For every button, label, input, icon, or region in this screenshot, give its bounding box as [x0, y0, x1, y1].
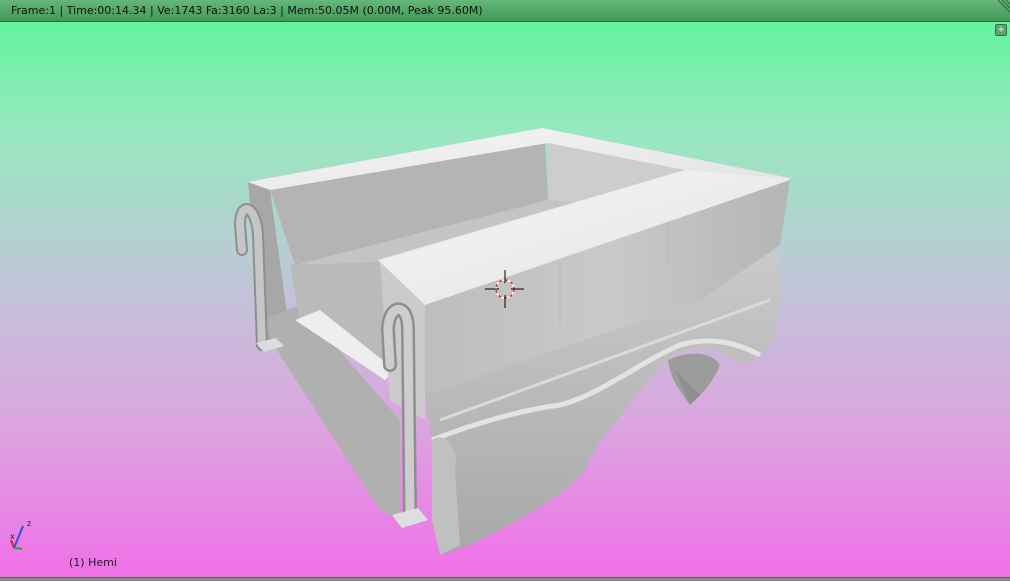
axis-x-label: x [10, 532, 15, 541]
info-header: Frame:1 | Time:00:14.34 | Ve:1743 Fa:316… [0, 0, 1010, 22]
axis-z-label: z [27, 519, 31, 528]
viewport-footer-edge [0, 577, 1010, 581]
blender-window: Frame:1 | Time:00:14.34 | Ve:1743 Fa:316… [0, 0, 1010, 581]
3d-viewport[interactable]: + z x (1) Hemi [0, 22, 1010, 577]
area-split-grip-icon[interactable] [996, 0, 1010, 14]
view-axis-gizmo-icon: z x [10, 519, 31, 550]
truck-bed-model[interactable] [0, 22, 1010, 577]
viewport-expand-plus-icon[interactable]: + [995, 24, 1007, 36]
active-object-label: (1) Hemi [69, 556, 117, 569]
scene-stats-text: Frame:1 | Time:00:14.34 | Ve:1743 Fa:316… [11, 4, 483, 17]
